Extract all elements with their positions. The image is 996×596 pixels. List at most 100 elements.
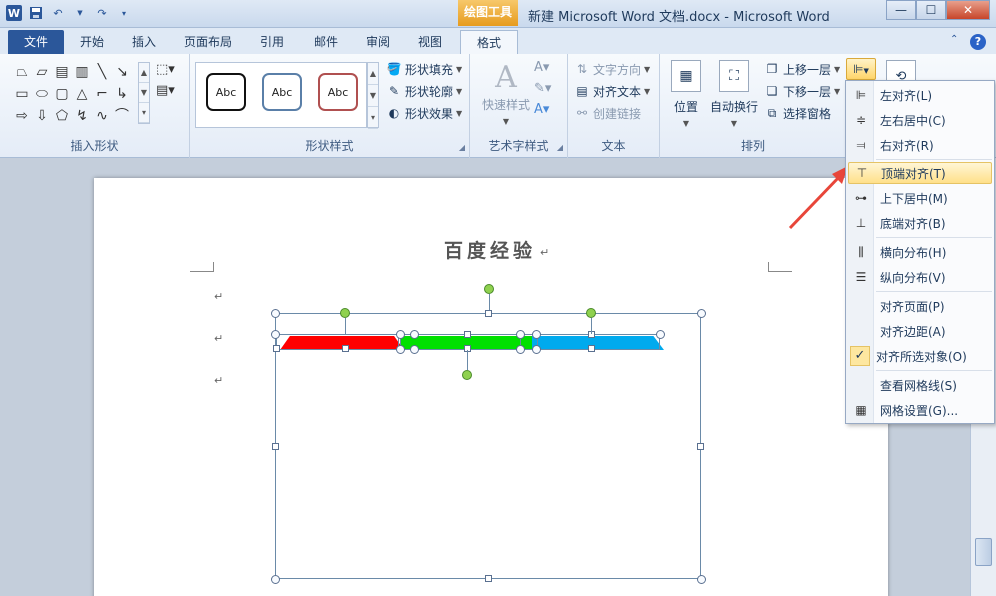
menu-item-align-to-margin[interactable]: 对齐边距(A): [848, 320, 992, 342]
tab-file[interactable]: 文件: [8, 30, 64, 54]
shape-resize-handle[interactable]: [588, 345, 595, 352]
shape-resize-handle[interactable]: [271, 330, 280, 339]
undo-dropdown-icon[interactable]: ▼: [72, 5, 88, 21]
menu-item-distribute-vertically[interactable]: ☰ 纵向分布(V): [848, 266, 992, 288]
menu-item-align-left[interactable]: ⊫ 左对齐(L): [848, 84, 992, 106]
menu-item-align-selected-objects[interactable]: ✓ 对齐所选对象(O): [848, 345, 992, 367]
menu-item-grid-settings[interactable]: ▦ 网格设置(G)...: [848, 399, 992, 421]
scroll-down-icon[interactable]: ▼: [368, 85, 378, 107]
shape-effects-button[interactable]: ◐ 形状效果 ▼: [386, 104, 462, 122]
menu-item-distribute-horizontally[interactable]: ⫼ 横向分布(H): [848, 241, 992, 263]
text-effects-icon[interactable]: A▾: [534, 102, 551, 117]
shape-resize-handle[interactable]: [410, 345, 419, 354]
menu-item-align-right[interactable]: ⫤ 右对齐(R): [848, 134, 992, 156]
shape-resize-handle[interactable]: [410, 330, 419, 339]
oval-icon[interactable]: ⬭: [32, 84, 52, 106]
document-title[interactable]: 百度经验: [444, 236, 536, 263]
text-direction-button[interactable]: ⇅ 文字方向 ▼: [574, 60, 650, 78]
menu-item-align-bottom[interactable]: ⊥ 底端对齐(B): [848, 212, 992, 234]
canvas-resize-handle[interactable]: [485, 575, 492, 582]
shapes-gallery[interactable]: ⏢ ▱ ▤ ▥ ╲ ↘ ▭ ⬭ ▢ △ ⌐ ↳ ⇨ ⇩ ⬠ ↯ ∿ ⌒: [12, 62, 152, 128]
shape-style-gallery[interactable]: Abc Abc Abc: [195, 62, 367, 128]
style-sample-red[interactable]: Abc: [318, 73, 358, 111]
rotation-handle[interactable]: [462, 370, 472, 380]
tab-mailings[interactable]: 邮件: [304, 30, 348, 54]
align-button[interactable]: ⊫▼: [846, 58, 876, 80]
edit-shape-icon[interactable]: ⬚▾: [156, 62, 175, 77]
canvas-resize-handle[interactable]: [272, 443, 279, 450]
rotation-handle[interactable]: [484, 284, 494, 294]
menu-item-align-center[interactable]: ≑ 左右居中(C): [848, 109, 992, 131]
shape-fill-button[interactable]: 🪣 形状填充 ▼: [386, 60, 463, 78]
tab-view[interactable]: 视图: [408, 30, 452, 54]
wrap-text-button[interactable]: ⛶ 自动换行 ▼: [708, 60, 760, 128]
tab-format[interactable]: 格式: [460, 30, 518, 54]
selection-pane-button[interactable]: ⧉ 选择窗格: [764, 104, 840, 122]
menu-item-view-gridlines[interactable]: 查看网格线(S): [848, 374, 992, 396]
vertical-text-box-icon[interactable]: ▥: [72, 62, 92, 84]
tab-page-layout[interactable]: 页面布局: [176, 30, 240, 54]
canvas-resize-handle[interactable]: [485, 310, 492, 317]
canvas-resize-handle[interactable]: [697, 309, 706, 318]
maximize-button[interactable]: ☐: [916, 0, 946, 20]
save-icon[interactable]: [28, 5, 44, 21]
shape-resize-handle[interactable]: [464, 331, 471, 338]
word-logo-icon[interactable]: W: [6, 5, 22, 21]
trapezoid-icon[interactable]: ⏢: [12, 62, 32, 84]
tab-insert[interactable]: 插入: [122, 30, 166, 54]
menu-item-align-middle[interactable]: ⊶ 上下居中(M): [848, 187, 992, 209]
shape-resize-handle[interactable]: [396, 345, 405, 354]
elbow-arrow-connector-icon[interactable]: ↳: [112, 84, 132, 106]
quick-styles-button[interactable]: A 快速样式 ▼: [476, 60, 536, 126]
shape-resize-handle[interactable]: [532, 330, 541, 339]
scroll-up-icon[interactable]: ▲: [139, 63, 149, 83]
canvas-resize-handle[interactable]: [697, 443, 704, 450]
rectangle-icon[interactable]: ▭: [12, 84, 32, 106]
shape-outline-button[interactable]: ✎ 形状轮廓 ▼: [386, 82, 462, 100]
scrollbar-thumb[interactable]: [975, 538, 992, 566]
drawing-canvas[interactable]: [271, 284, 706, 584]
help-icon[interactable]: ?: [970, 34, 986, 50]
rotation-handle[interactable]: [586, 308, 596, 318]
draw-text-box-icon[interactable]: ▤▾: [156, 83, 175, 98]
minimize-ribbon-icon[interactable]: ⌃: [950, 34, 958, 45]
shape-resize-handle[interactable]: [516, 330, 525, 339]
parallelogram-icon[interactable]: ▱: [32, 62, 52, 84]
close-button[interactable]: ✕: [946, 0, 990, 20]
shape-resize-handle[interactable]: [516, 345, 525, 354]
line-icon[interactable]: ╲: [92, 62, 112, 84]
menu-item-align-to-page[interactable]: 对齐页面(P): [848, 295, 992, 317]
redo-icon[interactable]: ↷: [94, 5, 110, 21]
position-button[interactable]: ▦ 位置 ▼: [668, 60, 704, 128]
down-arrow-shape-icon[interactable]: ⇩: [32, 106, 52, 128]
curve-icon[interactable]: ⌒: [112, 106, 132, 128]
shape-resize-handle[interactable]: [656, 330, 665, 339]
tab-home[interactable]: 开始: [70, 30, 114, 54]
elbow-connector-icon[interactable]: ⌐: [92, 84, 112, 106]
shape-resize-handle[interactable]: [396, 330, 405, 339]
shape-resize-handle[interactable]: [532, 345, 541, 354]
gallery-more-icon[interactable]: ▾: [368, 107, 378, 129]
customize-qat-icon[interactable]: ▾: [116, 5, 132, 21]
curved-arrow-icon[interactable]: ↯: [72, 106, 92, 128]
shape-resize-handle[interactable]: [342, 345, 349, 352]
gallery-more-icon[interactable]: ▾: [139, 103, 149, 123]
style-gallery-scroll[interactable]: ▲ ▼ ▾: [367, 62, 379, 129]
style-sample-black[interactable]: Abc: [206, 73, 246, 111]
scroll-down-icon[interactable]: ▼: [139, 83, 149, 103]
pentagon-icon[interactable]: ⬠: [52, 106, 72, 128]
arrow-line-icon[interactable]: ↘: [112, 62, 132, 84]
text-box-icon[interactable]: ▤: [52, 62, 72, 84]
bring-forward-button[interactable]: ❐ 上移一层 ▼: [764, 60, 841, 78]
send-backward-button[interactable]: ❏ 下移一层 ▼: [764, 82, 841, 100]
canvas-resize-handle[interactable]: [271, 309, 280, 318]
canvas-resize-handle[interactable]: [271, 575, 280, 584]
undo-icon[interactable]: ↶: [50, 5, 66, 21]
text-fill-icon[interactable]: A▾: [534, 60, 551, 75]
scroll-up-icon[interactable]: ▲: [368, 63, 378, 85]
document-page[interactable]: 百度经验 ↵ ↵ ↵ ↵: [94, 178, 888, 596]
rotation-handle[interactable]: [340, 308, 350, 318]
menu-item-align-top[interactable]: ⊤ 顶端对齐(T): [848, 162, 992, 184]
right-arrow-shape-icon[interactable]: ⇨: [12, 106, 32, 128]
freeform-icon[interactable]: ∿: [92, 106, 112, 128]
